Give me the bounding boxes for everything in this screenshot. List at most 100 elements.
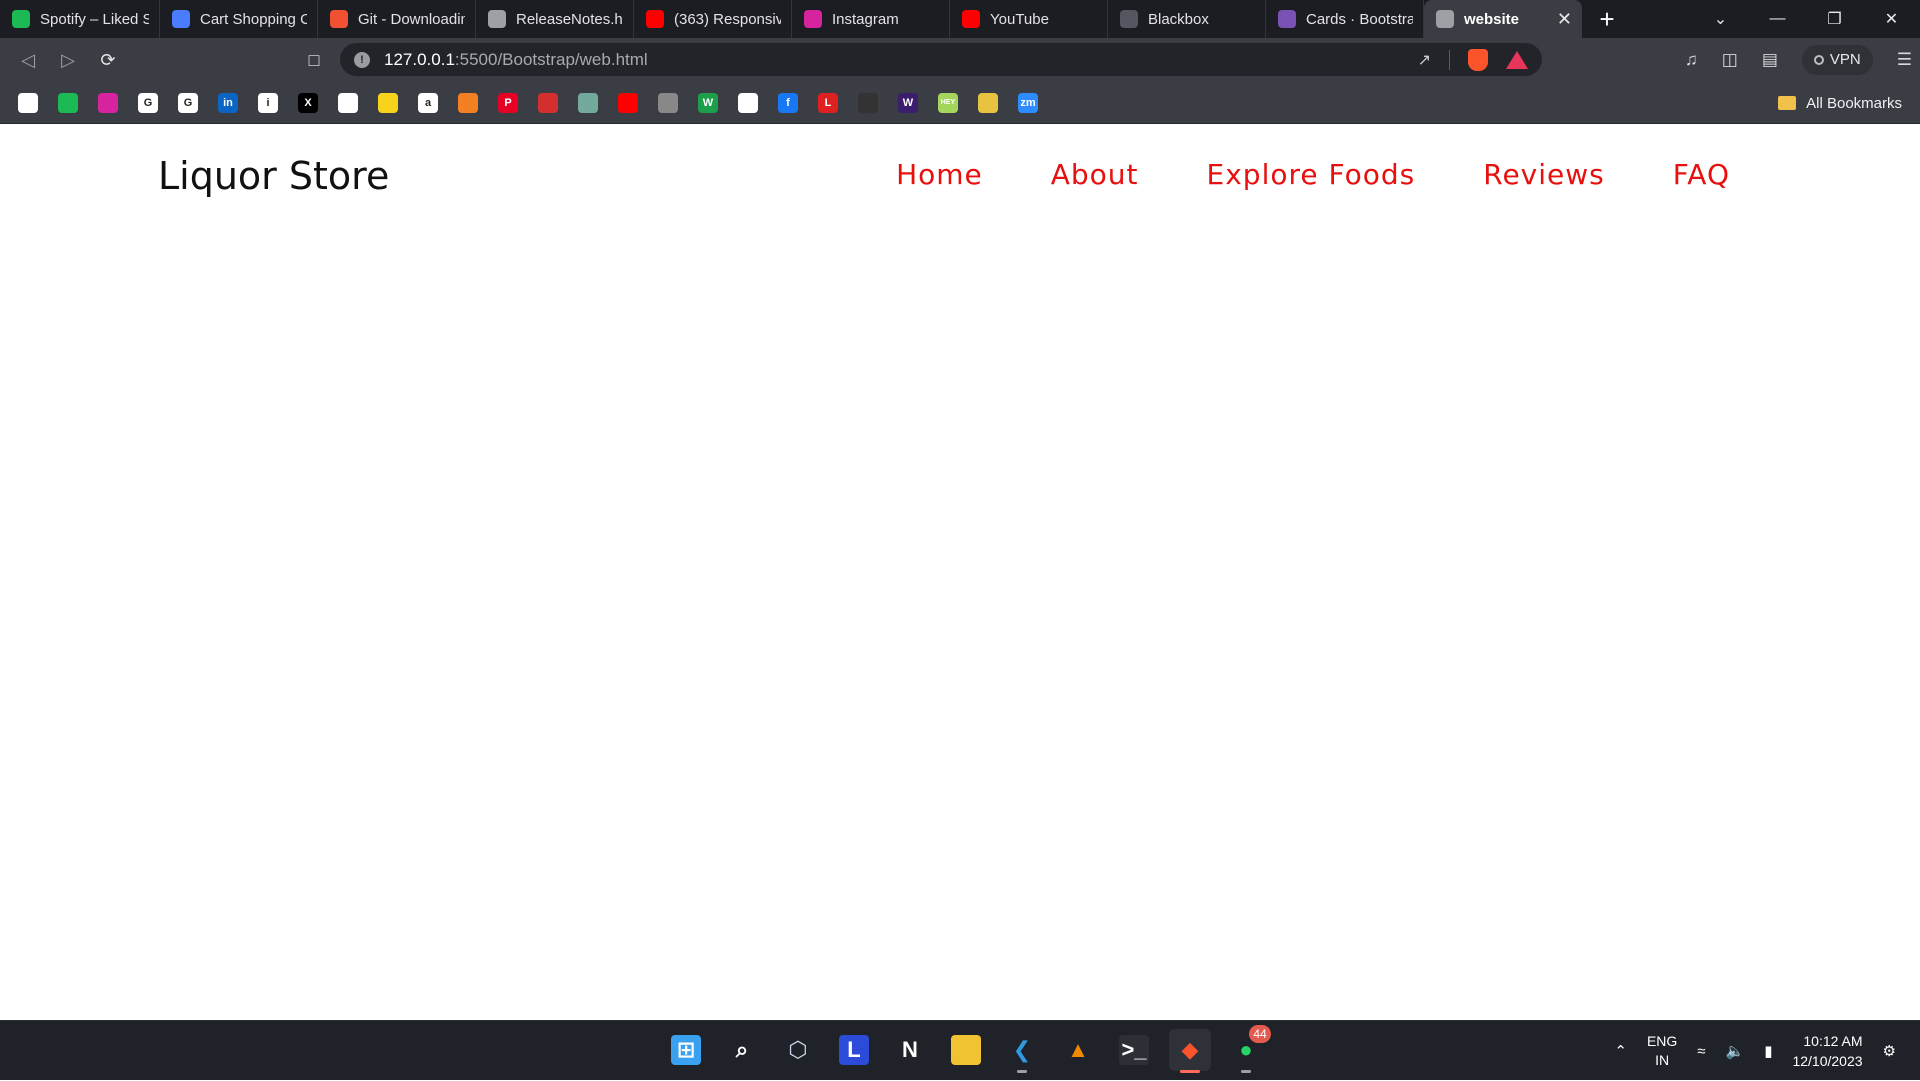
spotify-icon[interactable] [58, 92, 78, 113]
tab-8[interactable]: Cards · Bootstrap [1266, 0, 1424, 38]
reload-icon[interactable]: ⟳ [88, 42, 128, 78]
running-indicator [1180, 1070, 1200, 1073]
brave-rewards-icon[interactable] [1506, 50, 1528, 69]
ghost-icon[interactable] [18, 92, 38, 113]
tab-7[interactable]: Blackbox [1108, 0, 1266, 38]
tab-title: Git - Downloadin [358, 10, 465, 28]
stackoverflow-icon[interactable] [458, 92, 478, 113]
menu-icon[interactable]: ☰ [1897, 50, 1912, 70]
nav-about[interactable]: About [1051, 158, 1139, 191]
battery-icon[interactable]: ▮ [1764, 1042, 1772, 1060]
facebook-icon[interactable]: f [778, 92, 798, 113]
system-tray: ⌃ ENG IN ≈ 🔈 ▮ 10:12 AM 12/10/2023 ⚙ [1614, 1021, 1896, 1081]
vscode-icon[interactable]: ❮ [1001, 1029, 1043, 1073]
vpn-button[interactable]: VPN [1801, 44, 1873, 75]
media-icon[interactable]: ♫ [1685, 50, 1698, 70]
bootstrap-icon [1278, 10, 1296, 28]
blackbox-icon [1120, 10, 1138, 28]
wave-icon[interactable] [738, 92, 758, 113]
back-icon[interactable]: ◁ [8, 42, 48, 78]
tab-2[interactable]: Git - Downloadin [318, 0, 476, 38]
address-bar[interactable]: ! 127.0.0.1:5500/Bootstrap/web.html ↗ [340, 43, 1542, 76]
new-tab-button[interactable]: + [1582, 0, 1632, 38]
amazon-icon[interactable]: a [418, 92, 438, 113]
info-icon[interactable]: i [258, 92, 278, 113]
pinterest-icon[interactable]: P [498, 92, 518, 113]
chatgpt-icon[interactable] [578, 92, 598, 113]
vlc-icon[interactable]: ▲ [1057, 1029, 1099, 1071]
window-controls: ⌄ — ❐ ✕ [1692, 0, 1920, 38]
web-page: Liquor Store Home About Explore Foods Re… [0, 124, 1920, 1020]
w-purple-icon[interactable]: W [898, 92, 918, 113]
google-icon[interactable]: G [138, 92, 158, 113]
photos-icon[interactable] [978, 92, 998, 113]
sidebar-icon[interactable]: ◫ [1722, 50, 1738, 70]
nav-reviews[interactable]: Reviews [1483, 158, 1605, 191]
terminal-icon[interactable]: >_ [1113, 1029, 1155, 1071]
tab-6[interactable]: YouTube [950, 0, 1108, 38]
virtualbox-icon-glyph: ⬡ [788, 1037, 808, 1062]
close-window-icon[interactable]: ✕ [1863, 0, 1920, 38]
wallet-icon[interactable]: ▤ [1762, 50, 1778, 70]
whatsapp-icon[interactable]: ● 44 [1225, 1025, 1271, 1073]
minimize-icon[interactable]: — [1749, 0, 1806, 38]
virtualbox-icon[interactable]: ⬡ [777, 1029, 819, 1071]
tab-9[interactable]: website ✕ [1424, 0, 1582, 38]
restore-icon[interactable]: ❐ [1806, 0, 1863, 38]
news-icon[interactable] [538, 92, 558, 113]
language-indicator[interactable]: ENG IN [1647, 1032, 1677, 1070]
terminal-icon[interactable] [858, 92, 878, 113]
brave-icon[interactable]: ◆ [1169, 1029, 1211, 1073]
nav-home[interactable]: Home [896, 158, 983, 191]
zoom-icon[interactable]: zm [1018, 92, 1038, 113]
nav-explore-foods[interactable]: Explore Foods [1207, 158, 1416, 191]
notion-icon[interactable]: N [889, 1029, 931, 1071]
x-icon[interactable]: X [298, 92, 318, 113]
search-icon[interactable]: ⌕ [721, 1029, 763, 1071]
site-info-icon[interactable]: ! [354, 51, 370, 68]
url-text[interactable]: 127.0.0.1:5500/Bootstrap/web.html [384, 50, 648, 70]
bookmark-page-icon[interactable]: □ [294, 42, 334, 78]
clock[interactable]: 10:12 AM 12/10/2023 [1792, 1031, 1862, 1071]
terminal-icon-glyph: >_ [1119, 1035, 1149, 1065]
site-brand[interactable]: Liquor Store [158, 154, 389, 198]
hey-icon[interactable]: HEY [938, 92, 958, 113]
file-explorer-icon[interactable] [945, 1029, 987, 1071]
tab-4[interactable]: (363) Responsive [634, 0, 792, 38]
tab-title: (363) Responsive [674, 10, 781, 28]
tab-0[interactable]: Spotify – Liked Sc [0, 0, 160, 38]
tab-search-icon[interactable]: ⌄ [1692, 0, 1749, 38]
wifi-icon[interactable]: ≈ [1697, 1043, 1705, 1060]
share-icon[interactable]: ↗ [1418, 50, 1431, 70]
notes-icon[interactable] [658, 92, 678, 113]
brave-icon-glyph: ◆ [1181, 1037, 1199, 1062]
browser-toolbar: ◁ ▷ ⟳ □ ! 127.0.0.1:5500/Bootstrap/web.h… [0, 38, 1920, 82]
instagram-icon[interactable] [98, 92, 118, 113]
github-icon[interactable] [338, 92, 358, 113]
forward-icon[interactable]: ▷ [48, 42, 88, 78]
tab-5[interactable]: Instagram [792, 0, 950, 38]
l-app-icon[interactable]: L [833, 1029, 875, 1071]
l-icon[interactable]: L [818, 92, 838, 113]
search-icon-glyph: ⌕ [735, 1037, 749, 1062]
show-hidden-icons-icon[interactable]: ⌃ [1614, 1042, 1627, 1060]
youtube-icon[interactable] [618, 92, 638, 113]
tab-title: Blackbox [1148, 10, 1209, 28]
google-icon[interactable]: G [178, 92, 198, 113]
windows-start-icon-glyph: ⊞ [671, 1035, 701, 1065]
volume-icon[interactable]: 🔈 [1726, 1042, 1745, 1060]
brave-shields-icon[interactable] [1468, 48, 1488, 71]
tab-title: website [1464, 10, 1520, 28]
tab-3[interactable]: ReleaseNotes.htr [476, 0, 634, 38]
all-bookmarks-button[interactable]: All Bookmarks [1778, 82, 1902, 124]
bookmarks-bar: G Gin i Xa P Wf L W HEY zm All Bookmarks [0, 82, 1920, 124]
nav-faq[interactable]: FAQ [1673, 158, 1730, 191]
close-tab-icon[interactable]: ✕ [1549, 9, 1572, 30]
notification-icon[interactable]: ⚙ [1883, 1042, 1896, 1060]
tab-1[interactable]: Cart Shopping Cl [160, 0, 318, 38]
w-icon[interactable]: W [698, 92, 718, 113]
flipkart-icon[interactable] [378, 92, 398, 113]
windows-start-icon[interactable]: ⊞ [665, 1029, 707, 1071]
linkedin-icon[interactable]: in [218, 92, 238, 113]
tab-strip: Spotify – Liked Sc Cart Shopping Cl Git - … [0, 0, 1920, 38]
